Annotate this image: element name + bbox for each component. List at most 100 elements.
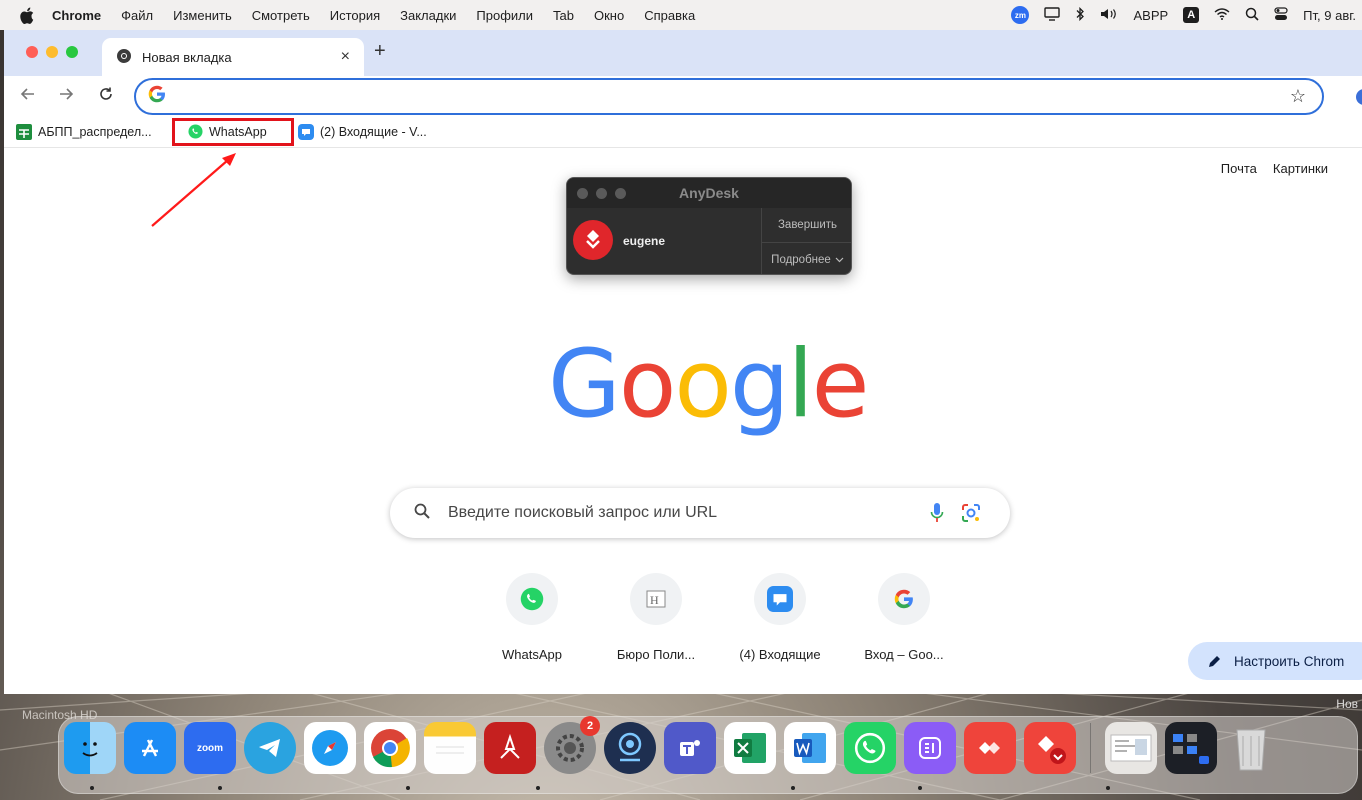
pencil-icon [1209, 656, 1220, 667]
wifi-icon[interactable] [1214, 7, 1230, 23]
shortcut-inbox[interactable]: (4) Входящие [718, 573, 842, 662]
images-link[interactable]: Картинки [1273, 161, 1328, 176]
menu-chrome[interactable]: Chrome [52, 8, 101, 23]
gmail-link[interactable]: Почта [1221, 161, 1257, 176]
menu-view[interactable]: Смотреть [252, 8, 310, 23]
customize-chrome-button[interactable]: Настроить Chrom [1188, 642, 1362, 680]
anydesk-session-icon[interactable] [1024, 722, 1076, 774]
svg-text:H: H [650, 593, 659, 607]
trash-icon[interactable] [1225, 722, 1277, 774]
logo-letter: l [787, 330, 814, 439]
apple-icon[interactable] [20, 7, 38, 24]
airplay-icon[interactable] [1044, 6, 1061, 24]
google-logo: Google [548, 330, 870, 439]
anydesk-close-button[interactable] [577, 188, 588, 199]
ebook-app-icon[interactable] [904, 722, 956, 774]
menubar-datetime[interactable]: Пт, 9 авг. [1303, 8, 1356, 23]
anydesk-more-button[interactable]: Подробнее [762, 242, 851, 274]
shortcut-label: (4) Входящие [739, 647, 821, 662]
shortcut-buro[interactable]: H Бюро Поли... [594, 573, 718, 662]
shortcut-icon-wrap: H [630, 573, 682, 625]
running-indicator [218, 786, 222, 790]
whatsapp-app-icon[interactable] [844, 722, 896, 774]
anydesk-zoom-button[interactable] [615, 188, 626, 199]
shortcut-label: Вход – Goo... [864, 647, 944, 662]
keyboard-layout-label[interactable]: ABPP [1133, 8, 1168, 23]
shortcut-google[interactable]: Вход – Goo... [842, 573, 966, 662]
buro-icon: H [646, 590, 666, 608]
recent-screenshot-icon[interactable] [1165, 722, 1217, 774]
desktop-corner-label[interactable]: Нов [1336, 697, 1358, 711]
telegram-icon[interactable] [244, 722, 296, 774]
chrome-app-icon[interactable] [364, 722, 416, 774]
shortcut-whatsapp[interactable]: WhatsApp [470, 573, 594, 662]
menu-help[interactable]: Справка [644, 8, 695, 23]
menu-file[interactable]: Файл [121, 8, 153, 23]
anydesk-app-icon[interactable] [964, 722, 1016, 774]
bookmark-sheets[interactable]: АБПП_распредел... [16, 124, 152, 140]
forward-button[interactable] [58, 86, 74, 107]
dock-running-indicators [0, 786, 1362, 790]
profile-avatar[interactable] [1356, 89, 1362, 105]
bookmark-inbox[interactable]: (2) Входящие - V... [298, 124, 427, 140]
reload-button[interactable] [98, 86, 114, 107]
excel-icon[interactable] [724, 722, 776, 774]
acrobat-icon[interactable] [484, 722, 536, 774]
close-tab-button[interactable]: × [341, 48, 350, 66]
menu-edit[interactable]: Изменить [173, 8, 232, 23]
menu-bookmarks[interactable]: Закладки [400, 8, 456, 23]
system-settings-icon[interactable]: 2 [544, 716, 600, 774]
minimize-window-button[interactable] [46, 46, 58, 58]
menu-profiles[interactable]: Профили [476, 8, 533, 23]
notification-badge: 2 [580, 716, 600, 736]
whatsapp-icon [520, 587, 544, 611]
teams-icon[interactable] [664, 722, 716, 774]
word-icon[interactable] [784, 722, 836, 774]
anydesk-logo-icon [586, 230, 600, 249]
anydesk-titlebar: AnyDesk [567, 178, 851, 208]
back-button[interactable] [20, 86, 36, 107]
anydesk-title: AnyDesk [679, 185, 739, 201]
bookmark-star-icon[interactable]: ☆ [1290, 86, 1306, 107]
webcam-app-icon[interactable] [604, 722, 656, 774]
top-links: Почта Картинки [1221, 161, 1328, 176]
mail-icon [298, 124, 314, 140]
menu-bar: Chrome Файл Изменить Смотреть История За… [0, 0, 1362, 30]
zoom-window-button[interactable] [66, 46, 78, 58]
app-store-icon[interactable] [124, 722, 176, 774]
logo-letter: o [674, 330, 731, 439]
finder-icon[interactable] [64, 722, 116, 774]
status-area: zm ABPP A Пт, 9 авг. [1011, 0, 1356, 30]
google-lens-icon[interactable] [960, 502, 982, 529]
zoom-status-icon[interactable]: zm [1011, 6, 1030, 24]
menu-window[interactable]: Окно [594, 8, 624, 23]
logo-letter: g [729, 330, 790, 439]
zoom-app-icon[interactable]: zoom [184, 722, 236, 774]
new-tab-button[interactable]: + [374, 40, 386, 63]
safari-icon[interactable] [304, 722, 356, 774]
chevron-down-icon [835, 254, 844, 266]
menu-history[interactable]: История [330, 8, 380, 23]
voice-search-icon[interactable] [930, 502, 944, 529]
notes-icon[interactable] [424, 722, 476, 774]
input-source-icon[interactable]: A [1183, 7, 1200, 23]
shortcut-icon-wrap [878, 573, 930, 625]
anydesk-end-button[interactable]: Завершить [762, 208, 851, 242]
close-window-button[interactable] [26, 46, 38, 58]
logo-letter: G [548, 330, 621, 439]
search-box[interactable]: Введите поисковый запрос или URL [390, 488, 1010, 538]
spotlight-icon[interactable] [1245, 7, 1259, 24]
google-icon [894, 589, 913, 609]
tab-new-tab[interactable]: Новая вкладка × [102, 38, 364, 76]
address-bar[interactable]: ☆ [134, 78, 1324, 115]
google-g-icon [148, 85, 166, 108]
recent-document-icon[interactable] [1105, 722, 1157, 774]
volume-icon[interactable] [1100, 7, 1118, 24]
menu-tab[interactable]: Tab [553, 8, 574, 23]
anydesk-minimize-button[interactable] [596, 188, 607, 199]
shortcut-label: WhatsApp [502, 647, 562, 662]
control-center-icon[interactable] [1274, 6, 1288, 24]
window-controls [26, 46, 78, 58]
bluetooth-icon[interactable] [1075, 6, 1085, 24]
browser-toolbar: ☆ [4, 76, 1362, 118]
